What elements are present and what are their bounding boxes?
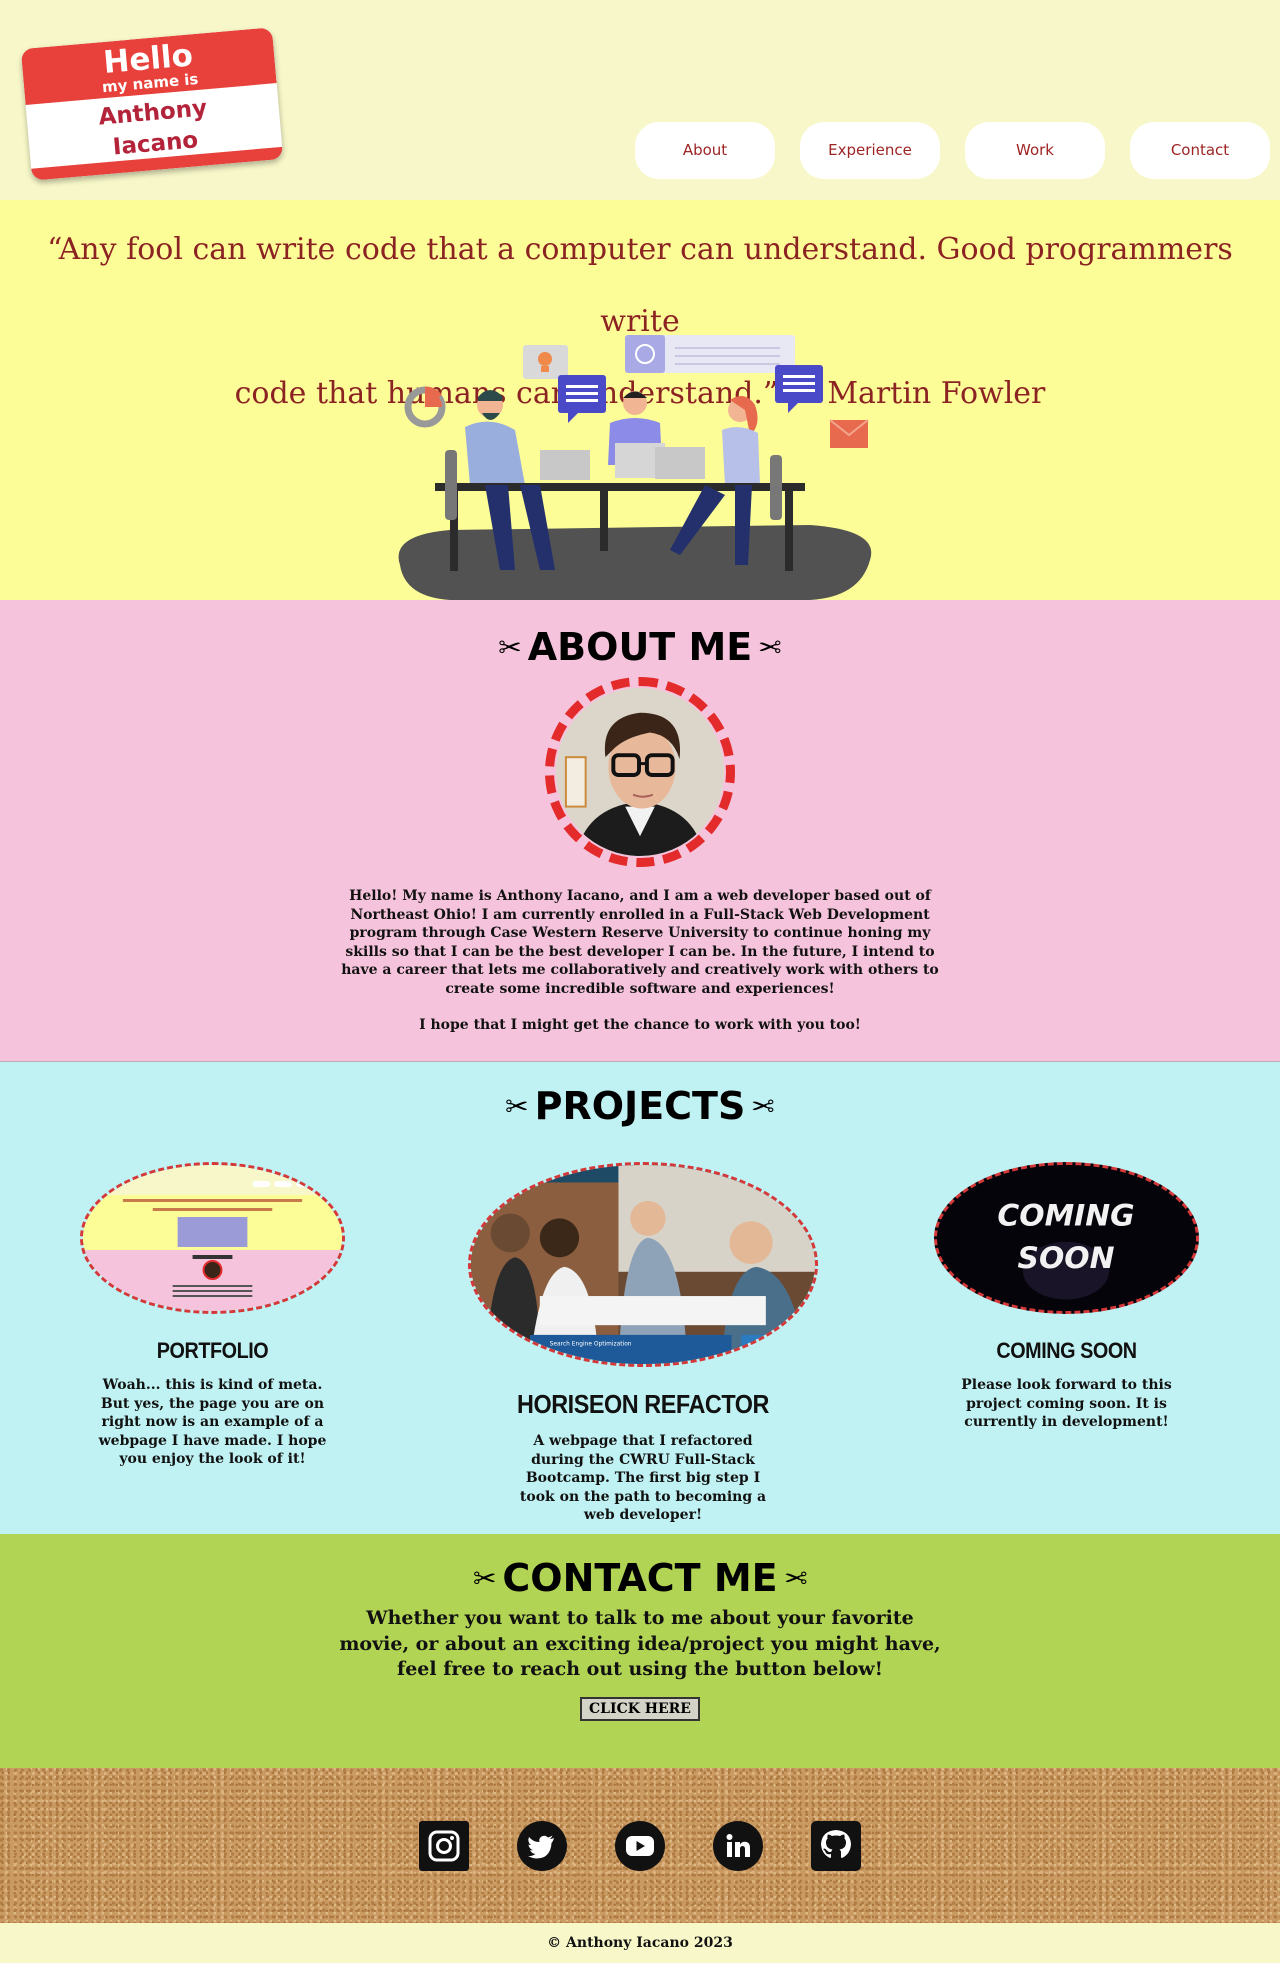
nav-contact-link[interactable]: Contact	[1130, 122, 1270, 179]
nav-about-link[interactable]: About	[635, 122, 775, 179]
nav-work-link[interactable]: Work	[965, 122, 1105, 179]
projects-title: ✂ PROJECTS ✂	[505, 1084, 775, 1128]
scissors-icon: ✂	[783, 1561, 808, 1595]
project-thumbnail[interactable]: COMING SOON	[934, 1162, 1199, 1314]
name-tag-logo: Hello my name is Anthony Iacano	[20, 27, 284, 181]
github-icon[interactable]	[811, 1820, 861, 1871]
project-title: PORTFOLIO	[156, 1338, 269, 1363]
scissors-icon: ✂	[472, 1561, 497, 1595]
contact-text: Whether you want to talk to me about you…	[339, 1607, 941, 1680]
project-thumbnail[interactable]: Search Engine Optimization	[468, 1162, 818, 1367]
scissors-icon: ✂	[498, 630, 522, 664]
scissors-icon: ✂	[505, 1089, 529, 1123]
about-paragraph-1: Hello! My name is Anthony Iacano, and I …	[341, 888, 939, 997]
scissors-icon: ✂	[758, 630, 782, 664]
scissors-icon: ✂	[751, 1089, 775, 1123]
nav-experience-link[interactable]: Experience	[800, 122, 940, 179]
site-header: Hello my name is Anthony Iacano About Ex…	[0, 0, 1280, 200]
social-links-bar	[0, 1768, 1280, 1923]
project-thumbnail[interactable]	[80, 1162, 345, 1314]
instagram-icon[interactable]	[419, 1820, 469, 1871]
contact-title: ✂ CONTACT ME ✂	[472, 1556, 808, 1600]
svg-text:Search Engine Optimization: Search Engine Optimization	[550, 1342, 632, 1348]
about-bio: Hello! My name is Anthony Iacano, and I …	[340, 887, 940, 1035]
twitter-icon[interactable]	[517, 1820, 567, 1871]
contact-click-here-button[interactable]: CLICK HERE	[580, 1696, 700, 1721]
copyright-text: © Anthony Iacano 2023	[0, 1923, 1280, 1960]
project-description: Woah... this is kind of meta. But yes, t…	[98, 1377, 327, 1467]
svg-text:COMING: COMING	[997, 1199, 1134, 1234]
projects-section: ✂ PROJECTS ✂ PORTFOLIO Woah... this is k…	[0, 1062, 1280, 1534]
project-title: COMING SOON	[996, 1338, 1137, 1363]
linkedin-icon[interactable]	[713, 1820, 763, 1871]
project-description: A webpage that I refactored during the C…	[519, 1433, 767, 1523]
project-title: HORISEON REFACTOR	[517, 1389, 769, 1419]
contact-section: ✂ CONTACT ME ✂ Whether you want to talk …	[0, 1534, 1280, 1768]
about-section: ✂ ABOUT ME ✂ Hello! My name is Anthony I…	[0, 600, 1280, 1062]
project-description: Please look forward to this project comi…	[961, 1377, 1172, 1430]
youtube-icon[interactable]	[615, 1820, 665, 1871]
team-meeting-illustration	[398, 335, 872, 600]
project-card-portfolio[interactable]: PORTFOLIO Woah... this is kind of meta. …	[80, 1162, 345, 1469]
profile-photo	[545, 677, 735, 867]
svg-text:SOON: SOON	[1018, 1241, 1115, 1276]
project-card-coming-soon[interactable]: COMING SOON COMING SOON Please look forw…	[934, 1162, 1199, 1432]
about-paragraph-2: I hope that I might get the chance to wo…	[419, 1017, 861, 1033]
project-card-horiseon[interactable]: Search Engine Optimization HORISEON REFA…	[468, 1162, 818, 1525]
site-footer: © Anthony Iacano 2023	[0, 1768, 1280, 1960]
about-title: ✂ ABOUT ME ✂	[498, 625, 782, 669]
main-nav: About Experience Work Contact	[635, 122, 1270, 179]
hero-section: “Any fool can write code that a computer…	[0, 200, 1280, 600]
